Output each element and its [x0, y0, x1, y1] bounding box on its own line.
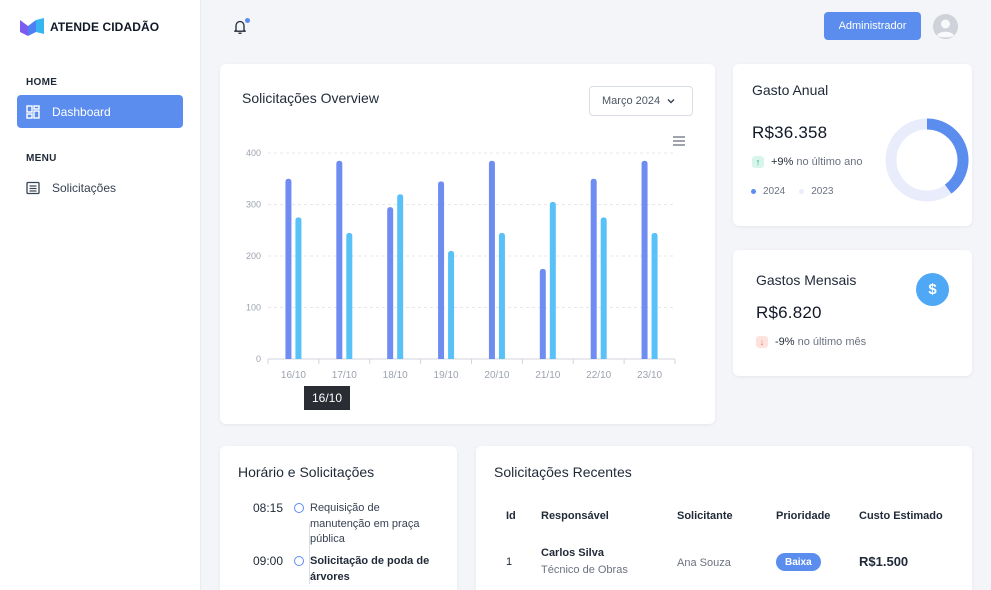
- gasto-anual-amount: R$36.358: [752, 123, 828, 142]
- chart-bar: [590, 178, 597, 359]
- sidebar-item-label: Solicitações: [52, 180, 117, 195]
- gasto-anual-legend: 2024 2023: [751, 186, 834, 197]
- timeline-item[interactable]: 08:15 Requisição de manutenção em praça …: [220, 501, 456, 548]
- gastos-mensais-amount: R$6.820: [756, 303, 822, 322]
- x-tick-label: 16/10: [281, 370, 306, 381]
- x-tick-label: 20/10: [484, 370, 509, 381]
- y-tick-label: 200: [246, 251, 261, 261]
- gastos-mensais-title: Gastos Mensais: [756, 272, 857, 288]
- horario-card: Horário e Solicitações 08:15 Requisição …: [220, 446, 457, 590]
- y-tick-label: 400: [246, 148, 261, 158]
- chart-bar: [346, 232, 353, 359]
- chart-bar: [549, 201, 556, 359]
- timeline-time: 09:00: [252, 554, 283, 568]
- logo-icon: [20, 18, 44, 36]
- cell-responsavel: Carlos Silva: [541, 547, 604, 559]
- timeline-item[interactable]: 09:00 Solicitação de poda de árvores: [220, 554, 456, 585]
- admin-button[interactable]: Administrador: [824, 12, 921, 40]
- trend-percent: -9%: [775, 336, 795, 348]
- column-header-solicitante[interactable]: Solicitante: [677, 510, 733, 522]
- gasto-anual-title: Gasto Anual: [752, 82, 829, 98]
- sidebar-item-label: Dashboard: [52, 104, 111, 119]
- donut-arc-2024: [926, 118, 969, 194]
- dollar-icon: $: [916, 273, 949, 306]
- gastos-mensais-card: Gastos Mensais R$6.820 ↓ -9% no último m…: [733, 250, 972, 376]
- user-icon: [933, 14, 958, 39]
- timeline-text: Solicitação de poda de árvores: [310, 555, 430, 583]
- chart-bar: [651, 232, 658, 359]
- timeline-text: Requisição de manutenção em praça públic…: [310, 502, 420, 545]
- legend-item-2023: 2023: [799, 186, 834, 197]
- sidebar-section-home: HOME: [26, 77, 58, 88]
- chart-bar: [295, 217, 302, 359]
- list-icon: [26, 181, 40, 194]
- arrow-down-icon: ↓: [756, 336, 768, 348]
- x-tick-label: 18/10: [383, 370, 408, 381]
- y-tick-label: 0: [256, 354, 261, 364]
- column-header-custo[interactable]: Custo Estimado: [859, 510, 943, 522]
- recentes-title: Solicitações Recentes: [494, 464, 632, 480]
- chart-bar: [336, 160, 343, 359]
- chart-bar: [600, 217, 607, 359]
- chart-bar: [285, 178, 292, 359]
- cell-cargo: Técnico de Obras: [541, 564, 628, 576]
- gasto-anual-card: Gasto Anual R$36.358 ↑ +9% no último ano…: [733, 64, 972, 226]
- overview-card: Solicitações Overview Março 2024 0 100 200…: [220, 64, 715, 424]
- chart-bar: [397, 194, 404, 359]
- horario-title: Horário e Solicitações: [238, 464, 375, 480]
- cell-solicitante: Ana Souza: [677, 557, 731, 569]
- chart-bar: [387, 207, 394, 359]
- app-logo[interactable]: ATENDE CIDADÃO: [19, 17, 159, 37]
- legend-item-2024: 2024: [751, 186, 785, 197]
- gastos-mensais-trend: ↓ -9% no último mês: [756, 336, 866, 348]
- x-tick-label: 17/10: [332, 370, 357, 381]
- arrow-up-icon: ↑: [752, 156, 764, 168]
- chart-bar: [539, 268, 546, 359]
- sidebar: ATENDE CIDADÃO HOME Dashboard MENU Solic…: [0, 0, 201, 590]
- x-tick-label: 23/10: [637, 370, 662, 381]
- y-tick-label: 100: [246, 303, 261, 313]
- gasto-anual-trend: ↑ +9% no último ano: [752, 156, 862, 168]
- sidebar-item-dashboard[interactable]: Dashboard: [17, 95, 183, 128]
- x-tick-label: 19/10: [434, 370, 459, 381]
- chart-bar: [498, 232, 505, 359]
- column-header-prioridade[interactable]: Prioridade: [776, 510, 830, 522]
- cell-custo: R$1.500: [859, 554, 909, 569]
- timeline-dot-icon: [294, 503, 304, 513]
- x-tick-label: 22/10: [586, 370, 611, 381]
- trend-text: no último mês: [797, 336, 867, 348]
- gasto-anual-donut-chart: [885, 118, 969, 202]
- timeline-time: 08:15: [252, 501, 283, 515]
- timeline-dot-icon: [294, 556, 304, 566]
- chart-bar: [438, 181, 445, 359]
- x-tick-label: 21/10: [535, 370, 560, 381]
- chart-bar: [488, 160, 495, 359]
- recentes-card: Solicitações Recentes Id Responsável Sol…: [476, 446, 972, 590]
- priority-badge: Baixa: [776, 553, 821, 571]
- column-header-id[interactable]: Id: [506, 510, 516, 522]
- overview-bar-chart: 0 100 200 300 400 16/10 17/10 18/10 19/10 20/10 21…: [246, 148, 676, 381]
- sidebar-item-solicitacoes[interactable]: Solicitações: [17, 171, 183, 204]
- column-header-responsavel[interactable]: Responsável: [541, 510, 609, 522]
- notification-dot: [245, 18, 250, 23]
- chart-tooltip: 16/10: [304, 386, 350, 410]
- cell-id: 1: [506, 556, 513, 568]
- trend-text: no último ano: [796, 156, 863, 168]
- chart-bar: [641, 160, 648, 359]
- avatar[interactable]: [933, 14, 958, 39]
- app-name: ATENDE CIDADÃO: [50, 20, 160, 34]
- sidebar-section-menu: MENU: [26, 153, 57, 164]
- chart-bar: [448, 250, 455, 359]
- y-tick-label: 300: [246, 200, 261, 210]
- dashboard-icon: [26, 104, 40, 119]
- notification-bell[interactable]: [232, 18, 250, 36]
- trend-percent: +9%: [771, 156, 794, 168]
